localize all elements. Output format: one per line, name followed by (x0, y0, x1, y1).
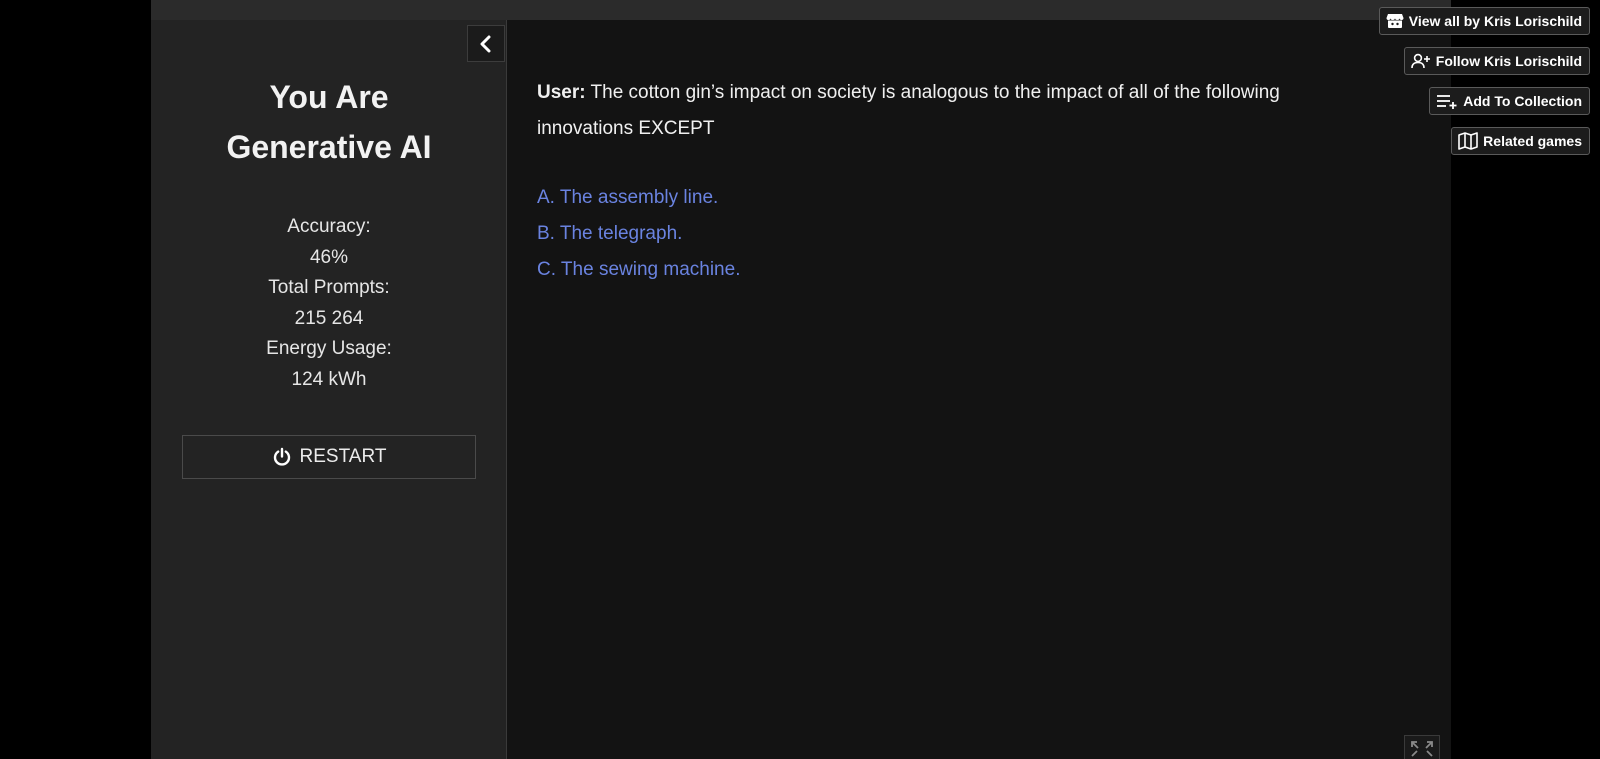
fullscreen-button[interactable] (1404, 735, 1440, 759)
game-title-line1: You Are (269, 79, 389, 115)
itchio-icon (1386, 14, 1404, 28)
view-all-button[interactable]: View all by Kris Lorischild (1378, 7, 1590, 35)
stats-panel: Accuracy: 46% Total Prompts: 215 264 Ene… (151, 212, 507, 395)
add-to-collection-button[interactable]: Add To Collection (1429, 87, 1590, 115)
restart-button[interactable]: RESTART (182, 435, 476, 479)
game-top-bar (151, 0, 1451, 20)
total-prompts-label: Total Prompts: (268, 277, 390, 298)
answer-option-a[interactable]: A. The assembly line. (537, 180, 740, 216)
game-title: You Are Generative AI (151, 72, 507, 172)
answer-option-b[interactable]: B. The telegraph. (537, 216, 740, 252)
chevron-left-icon (480, 35, 491, 52)
energy-usage-label: Energy Usage: (266, 338, 392, 359)
map-icon (1458, 132, 1478, 150)
follow-user-icon (1410, 53, 1430, 69)
power-icon (273, 447, 290, 466)
add-to-collection-label: Add To Collection (1463, 93, 1582, 109)
energy-usage-value: 124 kWh (291, 368, 367, 390)
follow-label: Follow Kris Lorischild (1435, 53, 1582, 69)
collapse-sidebar-button[interactable] (467, 25, 505, 62)
view-all-label: View all by Kris Lorischild (1408, 13, 1582, 29)
related-games-label: Related games (1483, 133, 1582, 149)
total-prompts-value: 215 264 (294, 307, 364, 329)
accuracy-value: 46% (309, 246, 349, 268)
restart-label: RESTART (299, 446, 387, 467)
expand-icon (1411, 740, 1433, 757)
playlist-add-icon (1437, 95, 1457, 109)
answer-option-c[interactable]: C. The sewing machine. (537, 252, 740, 288)
prompt-speaker: User: (537, 82, 586, 103)
related-games-button[interactable]: Related games (1451, 127, 1590, 155)
accuracy-label: Accuracy: (287, 216, 371, 237)
game-title-line2: Generative AI (226, 129, 432, 165)
prompt-text: The cotton gin’s impact on society is an… (537, 82, 1280, 139)
user-prompt: User: The cotton gin’s impact on society… (537, 75, 1357, 147)
follow-button[interactable]: Follow Kris Lorischild (1403, 47, 1590, 75)
answer-options: A. The assembly line. B. The telegraph. … (537, 180, 740, 288)
